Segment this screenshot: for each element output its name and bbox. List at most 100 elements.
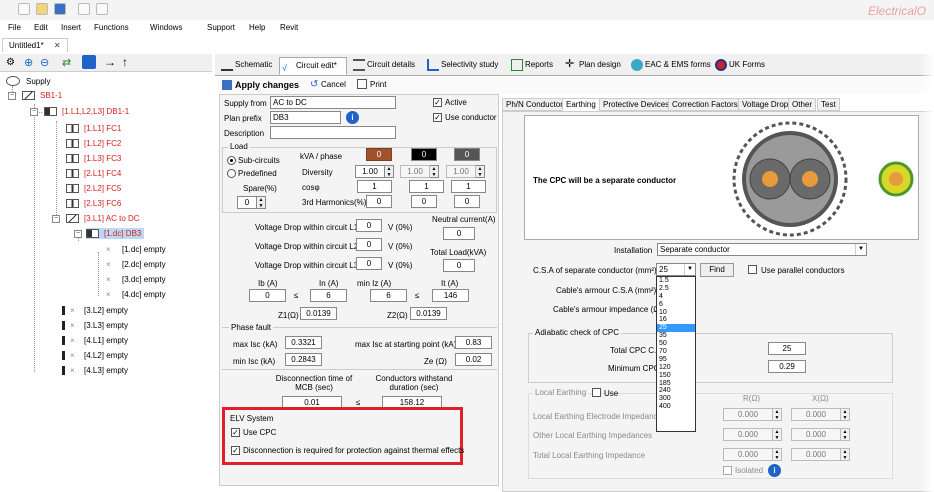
- close-icon[interactable]: ✕: [54, 41, 61, 50]
- menu-support[interactable]: Support: [207, 23, 235, 32]
- cancel-button[interactable]: Cancel: [321, 80, 346, 89]
- new-icon[interactable]: [18, 3, 30, 15]
- diversity-l3-field[interactable]: 1.00: [446, 165, 476, 178]
- csa-option[interactable]: 70: [657, 348, 695, 356]
- tree-node-supply[interactable]: Supply: [6, 76, 50, 87]
- diversity-l1-spinner[interactable]: ▲ ▼: [385, 165, 394, 178]
- menu-functions[interactable]: Functions: [94, 23, 129, 32]
- move-icon[interactable]: ⇄: [62, 56, 71, 69]
- apply-changes-button[interactable]: Apply changes: [235, 80, 299, 90]
- menu-help[interactable]: Help: [249, 23, 265, 32]
- collapse-icon[interactable]: −: [74, 230, 82, 238]
- disconnection-required-checkbox[interactable]: ✓: [231, 446, 240, 455]
- tree-node-empty[interactable]: × [1.dc] empty: [106, 244, 166, 255]
- tab-protective-devices[interactable]: Protective Devices: [599, 98, 674, 111]
- tree-node-empty[interactable]: × [4.L3] empty: [62, 365, 128, 376]
- csa-option[interactable]: 120: [657, 364, 695, 372]
- menu-edit[interactable]: Edit: [34, 23, 48, 32]
- tree-node-empty[interactable]: × [4.L2] empty: [62, 350, 128, 361]
- tree-node-empty[interactable]: × [3.L2] empty: [62, 305, 128, 316]
- tree-node-sb1[interactable]: SB1-1: [22, 90, 62, 101]
- csa-option[interactable]: 95: [657, 356, 695, 364]
- tab-phn-conductor[interactable]: Ph/N Conductor: [502, 98, 567, 111]
- tab-circuit-edit[interactable]: √ Circuit edit*: [279, 57, 347, 75]
- tree-node-empty[interactable]: × [2.dc] empty: [106, 259, 166, 270]
- menu-file[interactable]: File: [8, 23, 21, 32]
- diversity-l2-field[interactable]: 1.00: [400, 165, 430, 178]
- tab-reports[interactable]: Reports: [509, 57, 559, 75]
- tree-node-db1[interactable]: [1.L1,L2,L3] DB1-1: [44, 106, 129, 117]
- diversity-l3-spinner[interactable]: ▲ ▼: [476, 165, 485, 178]
- menu-windows[interactable]: Windows: [150, 23, 182, 32]
- zoom-in-icon[interactable]: ⊕: [24, 56, 33, 69]
- use-conductor-checkbox[interactable]: ✓: [433, 113, 442, 122]
- tab-earthing[interactable]: Earthing: [562, 98, 600, 111]
- tab-uk-forms[interactable]: UK Forms: [713, 57, 773, 75]
- cosphi-l2-field[interactable]: 1: [409, 180, 444, 193]
- tab-other[interactable]: Other: [788, 98, 817, 111]
- spare-spinner[interactable]: ▲ ▼: [257, 196, 266, 209]
- cosphi-l1-field[interactable]: 1: [357, 180, 392, 193]
- tree-node-db3-selected[interactable]: [1.dc] DB3: [86, 228, 145, 239]
- tree-node-empty[interactable]: × [3.L3] empty: [62, 320, 128, 331]
- plan-prefix-field[interactable]: DB3: [270, 111, 341, 124]
- csa-option[interactable]: 185: [657, 380, 695, 388]
- tree-node-fc2[interactable]: [1.L2] FC2: [66, 138, 121, 149]
- csa-option[interactable]: 1.5: [657, 277, 695, 285]
- csa-option-selected[interactable]: 25: [657, 324, 695, 333]
- tab-test[interactable]: Test: [817, 98, 840, 111]
- tab-eac-ems-forms[interactable]: EAC & EMS forms: [629, 57, 711, 75]
- use-cpc-checkbox[interactable]: ✓: [231, 428, 240, 437]
- info-icon[interactable]: i: [768, 464, 781, 477]
- tree-node-fc5[interactable]: [2.L2] FC5: [66, 183, 121, 194]
- diversity-l1-field[interactable]: 1.00: [355, 165, 385, 178]
- menu-insert[interactable]: Insert: [61, 23, 81, 32]
- tree-settings-icon[interactable]: ⚙: [6, 57, 15, 68]
- tab-selectivity-study[interactable]: Selectivity study: [425, 57, 505, 75]
- harmonics-l1-field[interactable]: 0: [366, 195, 392, 208]
- csa-option[interactable]: 240: [657, 387, 695, 395]
- tree-node-empty[interactable]: × [4.dc] empty: [106, 289, 166, 300]
- kva-l1-field[interactable]: 0: [366, 148, 392, 161]
- diversity-l2-spinner[interactable]: ▲ ▼: [430, 165, 439, 178]
- zoom-out-icon[interactable]: ⊖: [40, 56, 49, 69]
- harmonics-l3-field[interactable]: 0: [454, 195, 480, 208]
- save-icon[interactable]: [54, 3, 66, 15]
- spare-field[interactable]: 0: [237, 196, 257, 209]
- active-checkbox[interactable]: ✓: [433, 98, 442, 107]
- csa-option[interactable]: 400: [657, 403, 695, 411]
- description-field[interactable]: [270, 126, 396, 139]
- csa-option[interactable]: 4: [657, 293, 695, 301]
- predefined-radio[interactable]: [227, 169, 236, 178]
- csa-option[interactable]: 35: [657, 332, 695, 340]
- csa-option[interactable]: 10: [657, 309, 695, 317]
- csa-select[interactable]: 25 ▼: [656, 263, 696, 276]
- local-earthing-use-checkbox[interactable]: [592, 388, 601, 397]
- collapse-icon[interactable]: −: [30, 108, 38, 116]
- csa-option[interactable]: 150: [657, 372, 695, 380]
- parallel-conductors-checkbox[interactable]: [748, 265, 757, 274]
- tree-node-fc4[interactable]: [2.L1] FC4: [66, 168, 121, 179]
- tab-plan-design[interactable]: ✛ Plan design: [563, 57, 625, 75]
- installation-select[interactable]: Separate conductor ▼: [657, 243, 867, 256]
- cosphi-l3-field[interactable]: 1: [451, 180, 486, 193]
- edit-mode-icon[interactable]: [82, 55, 96, 69]
- find-button[interactable]: Find: [700, 263, 734, 277]
- undo-icon[interactable]: [78, 3, 90, 15]
- info-icon[interactable]: i: [346, 111, 359, 124]
- tab-voltage-drop[interactable]: Voltage Drop: [738, 98, 793, 111]
- supply-from-field[interactable]: AC to DC: [270, 96, 396, 109]
- csa-option[interactable]: 2.5: [657, 285, 695, 293]
- isolated-checkbox[interactable]: [723, 466, 732, 475]
- tab-correction-factors[interactable]: Correction Factors: [668, 98, 742, 111]
- tree-node-fc3[interactable]: [1.L3] FC3: [66, 153, 121, 164]
- csa-option[interactable]: 6: [657, 301, 695, 309]
- open-icon[interactable]: [36, 3, 48, 15]
- kva-l2-field[interactable]: 0: [411, 148, 437, 161]
- tree-node-empty[interactable]: × [3.dc] empty: [106, 274, 166, 285]
- redo-icon[interactable]: [96, 3, 108, 15]
- csa-option[interactable]: 50: [657, 340, 695, 348]
- harmonics-l2-field[interactable]: 0: [411, 195, 437, 208]
- collapse-icon[interactable]: −: [8, 92, 16, 100]
- tree-node-ac-to-dc[interactable]: [3.L1] AC to DC: [66, 213, 140, 224]
